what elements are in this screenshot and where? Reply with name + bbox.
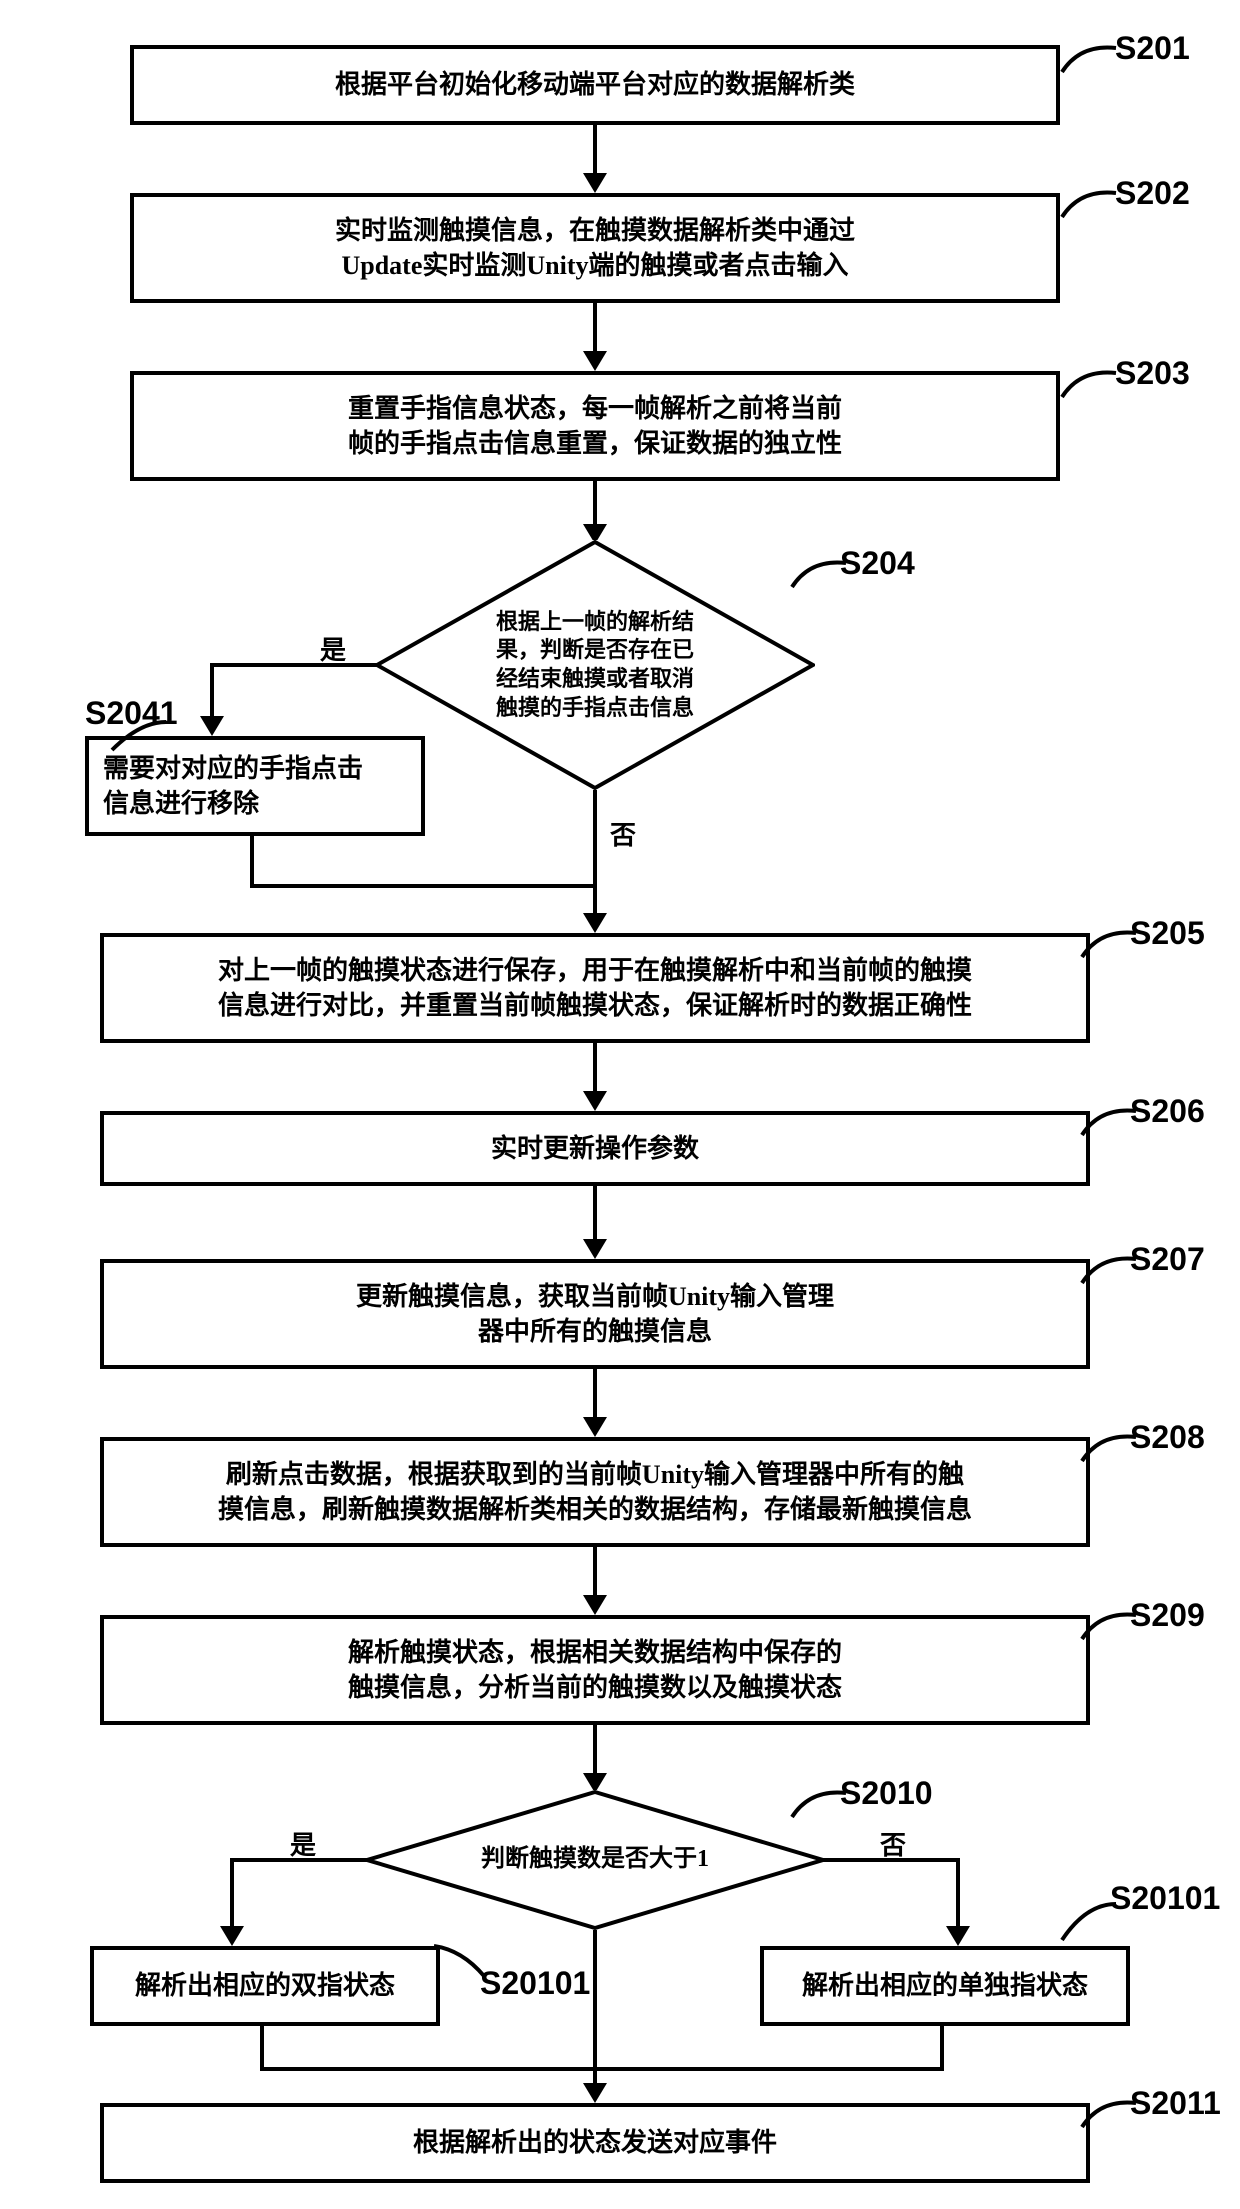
step-s20101-left-text: 解析出相应的双指状态 xyxy=(135,1968,395,2003)
arrow-s2010-s2011 xyxy=(593,1930,597,2085)
step-s20101-left: 解析出相应的双指状态 xyxy=(90,1946,440,2026)
step-s203: 重置手指信息状态，每一帧解析之前将当前 帧的手指点击信息重置，保证数据的独立性 xyxy=(130,371,1060,481)
label-s208: S208 xyxy=(1130,1419,1205,1456)
label-s204: S204 xyxy=(840,545,915,582)
label-s205: S205 xyxy=(1130,915,1205,952)
step-s208-text: 刷新点击数据，根据获取到的当前帧Unity输入管理器中所有的触 摸信息，刷新触摸… xyxy=(218,1457,972,1527)
label-tail-s203 xyxy=(1060,367,1120,403)
label-s2010: S2010 xyxy=(840,1775,933,1812)
arrowhead-s204-no xyxy=(583,913,607,933)
arrow-left-merge-h xyxy=(260,2067,595,2071)
step-s209-text: 解析触摸状态，根据相关数据结构中保存的 触摸信息，分析当前的触摸数以及触摸状态 xyxy=(348,1635,842,1705)
label-tail-s20101-right xyxy=(1060,1900,1120,1946)
decision-s2010: 判断触摸数是否大于1 xyxy=(365,1790,825,1930)
step-s206-text: 实时更新操作参数 xyxy=(491,1131,699,1166)
step-s208: 刷新点击数据，根据获取到的当前帧Unity输入管理器中所有的触 摸信息，刷新触摸… xyxy=(100,1437,1090,1547)
label-s201: S201 xyxy=(1115,30,1190,67)
arrowhead-s201-s202 xyxy=(583,173,607,193)
arrow-left-merge-v xyxy=(260,2026,264,2071)
step-s2011-text: 根据解析出的状态发送对应事件 xyxy=(413,2125,777,2160)
label-s203: S203 xyxy=(1115,355,1190,392)
arrow-s207-s208 xyxy=(593,1369,597,1419)
label-tail-s20101-left xyxy=(432,1940,492,1980)
label-tail-s2041 xyxy=(110,720,170,756)
branch-s2010-no: 否 xyxy=(880,1825,906,1862)
step-s202-text: 实时监测触摸信息，在触摸数据解析类中通过 Update实时监测Unity端的触摸… xyxy=(335,213,855,283)
label-s209: S209 xyxy=(1130,1597,1205,1634)
step-s203-text: 重置手指信息状态，每一帧解析之前将当前 帧的手指点击信息重置，保证数据的独立性 xyxy=(348,391,842,461)
arrowhead-s2010-yes xyxy=(220,1926,244,1946)
step-s201: 根据平台初始化移动端平台对应的数据解析类 xyxy=(130,45,1060,125)
step-s205: 对上一帧的触摸状态进行保存，用于在触摸解析中和当前帧的触摸 信息进行对比，并重置… xyxy=(100,933,1090,1043)
decision-s204-text: 根据上一帧的解析结 果，判断是否存在已 经结束触摸或者取消 触摸的手指点击信息 xyxy=(496,608,694,722)
step-s207: 更新触摸信息，获取当前帧Unity输入管理 器中所有的触摸信息 xyxy=(100,1259,1090,1369)
arrowhead-s2010-s2011 xyxy=(583,2083,607,2103)
label-s207: S207 xyxy=(1130,1241,1205,1278)
arrow-s205-s206 xyxy=(593,1043,597,1093)
step-s206: 实时更新操作参数 xyxy=(100,1111,1090,1186)
label-tail-s209 xyxy=(1080,1609,1140,1645)
arrowhead-s205-s206 xyxy=(583,1091,607,1111)
step-s209: 解析触摸状态，根据相关数据结构中保存的 触摸信息，分析当前的触摸数以及触摸状态 xyxy=(100,1615,1090,1725)
arrowhead-s208-s209 xyxy=(583,1595,607,1615)
step-s2041-text: 需要对对应的手指点击 信息进行移除 xyxy=(103,751,363,821)
label-tail-s201 xyxy=(1060,42,1120,78)
arrow-s204-no xyxy=(593,790,597,915)
flowchart-canvas: 根据平台初始化移动端平台对应的数据解析类 S201 实时监测触摸信息，在触摸数据… xyxy=(0,0,1240,2209)
label-s2011: S2011 xyxy=(1130,2085,1221,2122)
label-s20101-right: S20101 xyxy=(1110,1880,1220,1917)
step-s207-text: 更新触摸信息，获取当前帧Unity输入管理 器中所有的触摸信息 xyxy=(356,1279,834,1349)
label-tail-s2011 xyxy=(1080,2097,1140,2133)
branch-s204-no: 否 xyxy=(610,815,636,852)
step-s205-text: 对上一帧的触摸状态进行保存，用于在触摸解析中和当前帧的触摸 信息进行对比，并重置… xyxy=(218,953,972,1023)
arrow-s202-s203 xyxy=(593,303,597,353)
label-tail-s205 xyxy=(1080,927,1140,963)
step-s202: 实时监测触摸信息，在触摸数据解析类中通过 Update实时监测Unity端的触摸… xyxy=(130,193,1060,303)
arrow-s2010-yes-v xyxy=(230,1858,234,1928)
arrow-right-merge-h xyxy=(594,2067,944,2071)
arrow-s2041-merge-h xyxy=(250,884,595,888)
label-tail-s204 xyxy=(790,557,850,593)
arrowhead-s2010-no xyxy=(946,1926,970,1946)
branch-s2010-yes: 是 xyxy=(290,1825,316,1862)
decision-s2010-text: 判断触摸数是否大于1 xyxy=(481,1844,709,1875)
arrow-s203-s204 xyxy=(593,481,597,526)
step-s20101-right-text: 解析出相应的单独指状态 xyxy=(802,1968,1088,2003)
branch-s204-yes: 是 xyxy=(320,630,346,667)
arrow-s208-s209 xyxy=(593,1547,597,1597)
arrowhead-s207-s208 xyxy=(583,1417,607,1437)
arrow-s204-yes-v xyxy=(210,663,214,718)
step-s20101-right: 解析出相应的单独指状态 xyxy=(760,1946,1130,2026)
label-s206: S206 xyxy=(1130,1093,1205,1130)
arrowhead-s206-s207 xyxy=(583,1239,607,1259)
arrowhead-s204-yes xyxy=(200,716,224,736)
label-tail-s207 xyxy=(1080,1253,1140,1289)
label-tail-s206 xyxy=(1080,1105,1140,1141)
arrow-s201-s202 xyxy=(593,125,597,175)
arrow-s2010-no-v xyxy=(956,1858,960,1928)
step-s2011: 根据解析出的状态发送对应事件 xyxy=(100,2103,1090,2183)
label-tail-s202 xyxy=(1060,187,1120,223)
decision-s204: 根据上一帧的解析结 果，判断是否存在已 经结束触摸或者取消 触摸的手指点击信息 xyxy=(375,540,815,790)
arrow-s2041-merge-v xyxy=(250,836,254,886)
arrow-right-merge-v xyxy=(940,2026,944,2071)
arrowhead-s202-s203 xyxy=(583,351,607,371)
step-s201-text: 根据平台初始化移动端平台对应的数据解析类 xyxy=(335,67,855,102)
label-s202: S202 xyxy=(1115,175,1190,212)
label-tail-s2010 xyxy=(790,1787,850,1823)
label-tail-s208 xyxy=(1080,1431,1140,1467)
arrow-s209-s2010 xyxy=(593,1725,597,1775)
arrow-s204-yes-h xyxy=(210,663,378,667)
arrow-s206-s207 xyxy=(593,1186,597,1241)
label-s20101-left: S20101 xyxy=(480,1965,590,2002)
